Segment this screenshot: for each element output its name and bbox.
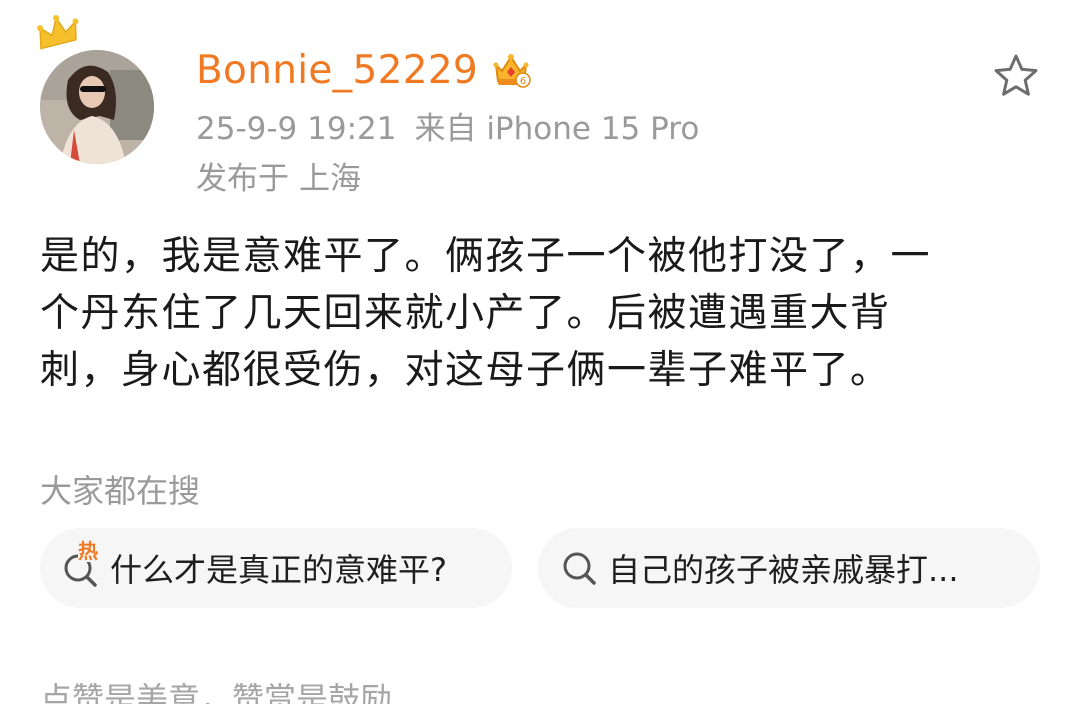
search-heading: 大家都在搜 [40,472,201,510]
post-line: 个丹东住了几天回来就小产了。后被遭遇重大背 [40,291,891,336]
post-meta: 25-9-9 19:21 来自 iPhone 15 Pro [196,103,699,148]
hot-search-icon: 热 [60,540,104,590]
search-suggestion-text: 自己的孩子被亲戚暴打... [608,551,959,589]
vip-crown-badge-icon[interactable]: 6 [490,49,532,91]
avatar-area[interactable] [34,14,160,164]
username[interactable]: Bonnie_52229 [196,48,478,93]
location-name[interactable]: 上海 [299,161,361,197]
star-icon[interactable] [990,52,1042,100]
crown-icon [37,14,79,50]
post-location: 发布于 上海 [196,153,361,198]
weibo-post-page: Bonnie_52229 6 25-9-9 19:21 来自 iPhone 15 … [0,0,1080,704]
post-source: 来自 iPhone 15 Pro [414,111,700,147]
search-suggestion-chip[interactable]: 自己的孩子被亲戚暴打... [538,528,1040,608]
post-time: 25-9-9 19:21 [196,111,397,147]
post-line: 是的，我是意难平了。俩孩子一个被他打没了，一 [40,234,932,279]
username-row: Bonnie_52229 6 [196,42,532,98]
avatar[interactable] [40,50,154,164]
svg-text:6: 6 [520,76,526,87]
post-content: 是的，我是意难平了。俩孩子一个被他打没了，一 个丹东住了几天回来就小产了。后被遭… [40,228,1040,399]
hot-badge: 热 [78,539,98,563]
post-line: 刺，身心都很受伤，对这母子俩一辈子难平了。 [40,348,891,393]
search-suggestion-chip[interactable]: 热 什么才是真正的意难平? [40,528,512,608]
search-icon [558,546,602,590]
reward-note: 点赞是美意，赞赏是鼓励 [40,680,393,704]
location-prefix: 发布于 [196,161,289,197]
search-suggestion-text: 什么才是真正的意难平? [110,551,447,589]
